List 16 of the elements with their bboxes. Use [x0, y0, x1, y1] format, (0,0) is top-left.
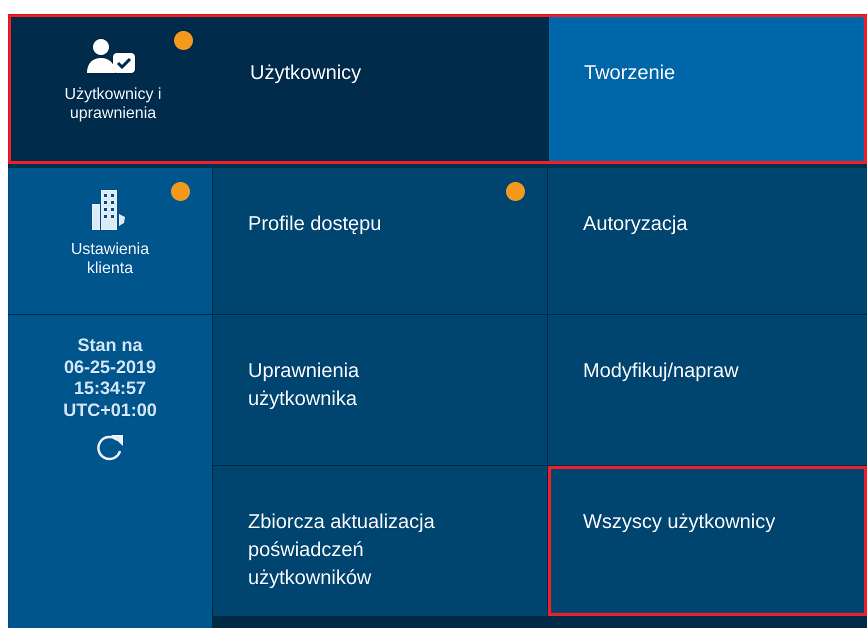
submenu-item[interactable]: Autoryzacja — [548, 168, 867, 314]
status-timezone: UTC+01:00 — [63, 400, 157, 422]
submenu-item[interactable]: Wszyscy użytkownicy — [548, 466, 867, 616]
sidebar-item[interactable]: Ustawienia klienta — [8, 168, 212, 314]
status-label: Stan na — [77, 335, 142, 357]
submenu-item[interactable]: Tworzenie — [549, 17, 864, 161]
status-date: 06-25-2019 — [64, 356, 156, 378]
submenu-item[interactable]: Modyfikuj/napraw — [548, 315, 867, 465]
menu-item[interactable]: Profile dostępu — [213, 168, 547, 314]
menu-item[interactable]: Zbiorcza aktualizacja poświadczeń użytkowników — [213, 466, 547, 616]
menu-item[interactable]: Użytkownicy — [215, 17, 549, 161]
status-time: 15:34:57 — [74, 378, 146, 400]
sidebar-item[interactable]: Użytkownicy i uprawnienia — [11, 17, 215, 161]
sidebar-label: Ustawienia klienta — [70, 240, 150, 278]
sidebar-label: Użytkownicy i uprawnienia — [64, 85, 162, 124]
menu-item[interactable]: Uprawnienia użytkownika — [213, 315, 547, 465]
